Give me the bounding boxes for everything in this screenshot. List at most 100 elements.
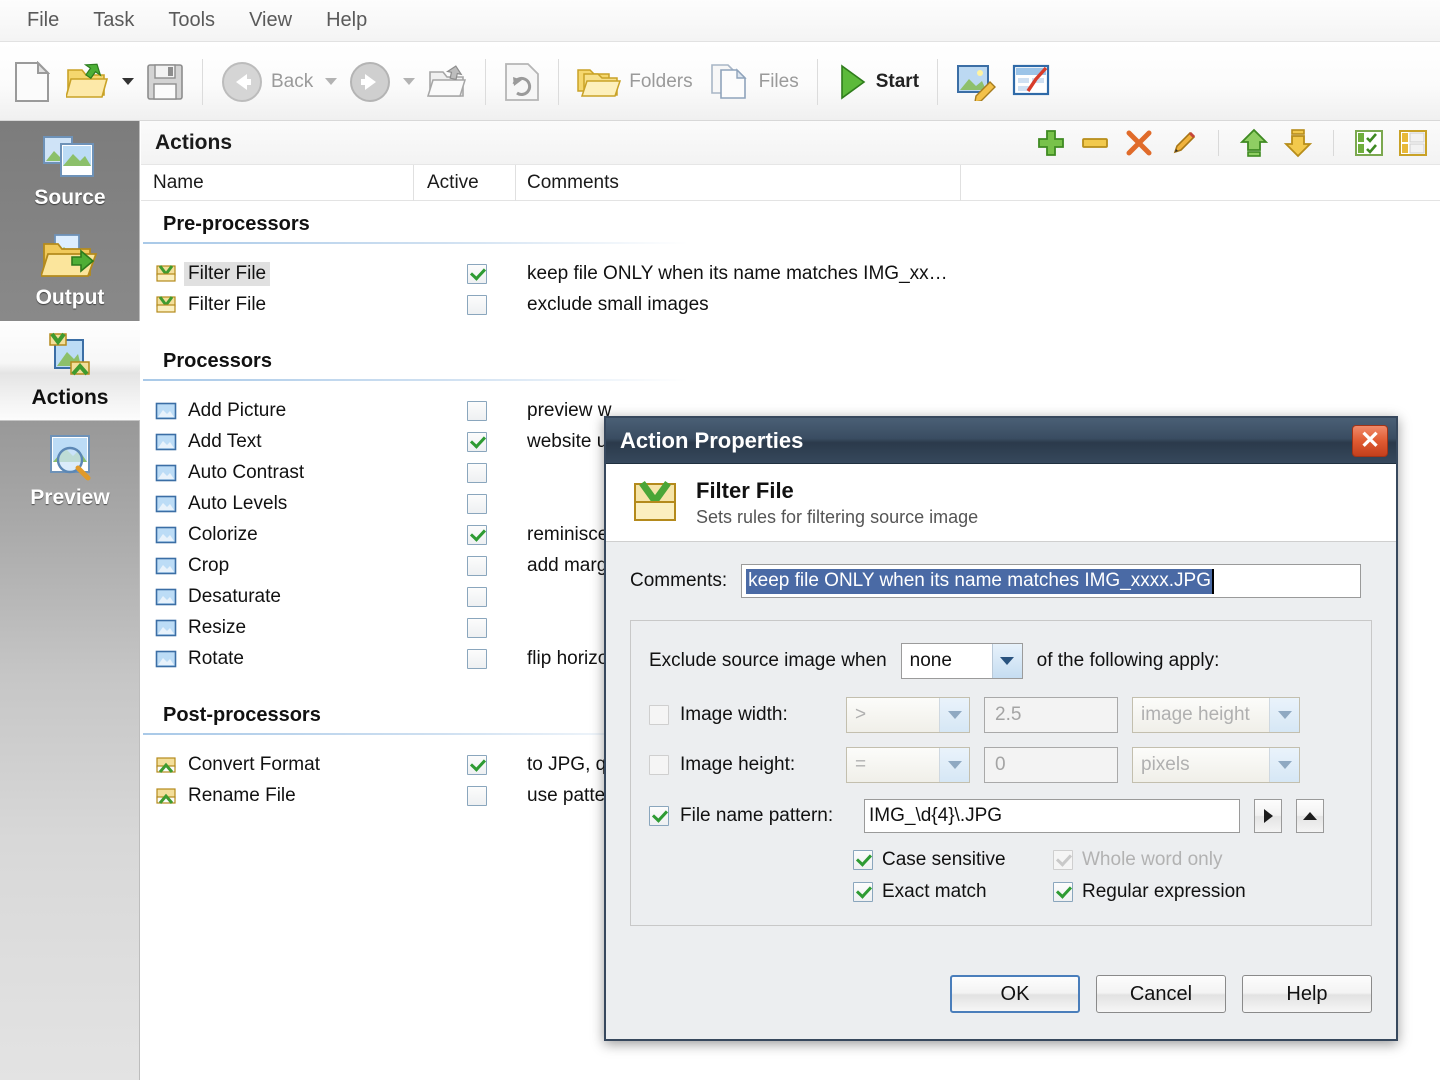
row-active-checkbox[interactable] — [467, 555, 487, 576]
image-width-value-input[interactable]: 2.5 — [984, 697, 1118, 733]
help-button[interactable]: Help — [1242, 975, 1372, 1013]
file-name-pattern-input[interactable]: IMG_\d{4}\.JPG — [864, 799, 1240, 833]
image-height-value-input[interactable]: 0 — [984, 747, 1118, 783]
row-active-checkbox[interactable] — [467, 493, 487, 514]
regular-expression-option[interactable]: Regular expression — [1053, 881, 1246, 903]
row-active-cell[interactable] — [413, 555, 516, 576]
dialog-title-bar[interactable]: Action Properties ✕ — [606, 418, 1396, 464]
refresh-button[interactable] — [496, 51, 548, 113]
row-active-checkbox[interactable] — [467, 431, 487, 452]
row-active-cell[interactable] — [413, 400, 516, 421]
comments-input[interactable]: keep file ONLY when its name matches IMG… — [741, 564, 1362, 598]
row-active-checkbox[interactable] — [467, 617, 487, 638]
row-active-cell[interactable] — [413, 617, 516, 638]
menu-item-tools[interactable]: Tools — [151, 5, 232, 36]
sidebar-item-output[interactable]: Output — [0, 221, 140, 321]
image-width-unit-select[interactable]: image height — [1132, 697, 1300, 733]
image-height-unit-value: pixels — [1141, 754, 1190, 775]
row-active-cell[interactable] — [413, 586, 516, 607]
column-header-active[interactable]: Active — [413, 164, 516, 201]
row-active-cell[interactable] — [413, 294, 516, 315]
row-active-checkbox[interactable] — [467, 524, 487, 545]
row-name-label: Rotate — [188, 647, 244, 669]
arrow-down-icon[interactable] — [1283, 128, 1313, 158]
cancel-button[interactable]: Cancel — [1096, 975, 1226, 1013]
menu-item-help[interactable]: Help — [309, 5, 384, 36]
folders-button[interactable]: Folders — [569, 51, 700, 113]
exact-match-label: Exact match — [882, 881, 987, 902]
row-active-checkbox[interactable] — [467, 294, 487, 315]
row-active-cell[interactable] — [413, 431, 516, 452]
column-header-name[interactable]: Name — [141, 172, 413, 194]
row-active-checkbox[interactable] — [467, 400, 487, 421]
exact-match-option[interactable]: Exact match — [853, 881, 1053, 903]
files-button[interactable]: Files — [701, 51, 807, 113]
row-active-cell[interactable] — [413, 524, 516, 545]
pencil-icon[interactable] — [1168, 128, 1198, 158]
row-active-checkbox[interactable] — [467, 754, 487, 775]
row-active-cell[interactable] — [413, 493, 516, 514]
plus-icon[interactable] — [1036, 128, 1066, 158]
case-sensitive-checkbox[interactable] — [853, 850, 873, 870]
row-active-checkbox[interactable] — [467, 785, 487, 806]
column-header-comments[interactable]: Comments — [516, 164, 961, 201]
row-active-cell[interactable] — [413, 785, 516, 806]
group-divider-processors — [143, 379, 688, 381]
check-all-icon[interactable] — [1354, 128, 1384, 158]
uncheck-all-icon[interactable] — [1398, 128, 1428, 158]
ok-button[interactable]: OK — [950, 975, 1080, 1013]
row-active-checkbox[interactable] — [467, 462, 487, 483]
up-level-button[interactable] — [419, 51, 475, 113]
exclude-label-after: of the following apply: — [1036, 650, 1220, 671]
exact-match-checkbox[interactable] — [853, 882, 873, 902]
new-task-button[interactable] — [6, 51, 58, 113]
edit-image-button[interactable] — [948, 51, 1004, 113]
start-button[interactable]: Start — [828, 51, 927, 113]
case-sensitive-option[interactable]: Case sensitive — [853, 849, 1053, 871]
sidebar-item-preview[interactable]: Preview — [0, 421, 140, 521]
row-active-cell[interactable] — [413, 648, 516, 669]
row-active-cell[interactable] — [413, 754, 516, 775]
image-height-unit-select[interactable]: pixels — [1132, 747, 1300, 783]
picture-icon — [155, 433, 177, 450]
pattern-insert-button[interactable] — [1254, 799, 1282, 833]
row-active-cell[interactable] — [413, 263, 516, 284]
exclude-mode-value: none — [909, 650, 952, 671]
image-width-checkbox[interactable] — [649, 705, 669, 725]
x-icon[interactable] — [1124, 128, 1154, 158]
file-name-pattern-checkbox[interactable] — [649, 806, 669, 826]
image-height-operator-select[interactable]: = — [846, 747, 970, 783]
open-dropdown-caret[interactable] — [122, 78, 134, 85]
exclude-mode-select[interactable]: none — [900, 643, 1023, 679]
arrow-up-icon[interactable] — [1239, 128, 1269, 158]
minus-icon[interactable] — [1080, 128, 1110, 158]
back-button[interactable]: Back — [213, 51, 321, 113]
sidebar-item-actions-label: Actions — [31, 386, 109, 409]
row-name-cell: Filter File — [141, 293, 413, 317]
toolbar-separator-4 — [816, 58, 818, 105]
pattern-history-button[interactable] — [1296, 799, 1324, 833]
save-task-button[interactable] — [138, 51, 192, 113]
row-active-cell[interactable] — [413, 462, 516, 483]
table-row[interactable]: Filter File exclude small images — [141, 289, 1440, 320]
report-button[interactable] — [1004, 51, 1060, 113]
row-active-checkbox[interactable] — [467, 648, 487, 669]
open-task-button[interactable] — [58, 51, 118, 113]
row-active-checkbox[interactable] — [467, 263, 487, 284]
menu-item-view[interactable]: View — [232, 5, 309, 36]
row-active-checkbox[interactable] — [467, 586, 487, 607]
forward-button[interactable] — [341, 51, 399, 113]
menu-item-file[interactable]: File — [10, 5, 76, 36]
picture-icon — [155, 650, 177, 667]
picture-icon — [155, 495, 177, 512]
back-dropdown-caret[interactable] — [325, 78, 338, 85]
table-row[interactable]: Filter File keep file ONLY when its name… — [141, 258, 1440, 289]
regular-expression-checkbox[interactable] — [1053, 882, 1073, 902]
image-width-operator-select[interactable]: > — [846, 697, 970, 733]
sidebar-item-actions[interactable]: Actions — [0, 321, 140, 421]
menu-item-task[interactable]: Task — [76, 5, 151, 36]
close-icon[interactable]: ✕ — [1352, 424, 1388, 457]
sidebar-item-source[interactable]: Source — [0, 121, 140, 221]
image-height-checkbox[interactable] — [649, 755, 669, 775]
forward-dropdown-caret[interactable] — [403, 78, 416, 85]
